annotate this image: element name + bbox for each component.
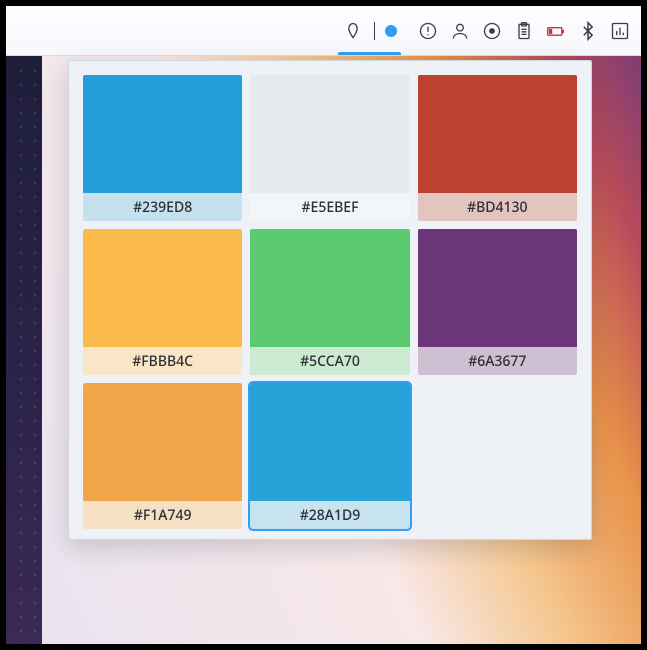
color-swatch[interactable]: #6A3677 (418, 229, 577, 375)
eyedropper-icon (342, 20, 364, 42)
swatch-label: #239ED8 (83, 193, 242, 221)
swatch-label: #BD4130 (418, 193, 577, 221)
color-swatch[interactable]: #28A1D9 (250, 383, 409, 529)
swatch-chip (83, 75, 242, 193)
color-swatch[interactable]: #E5EBEF (250, 75, 409, 221)
color-swatch[interactable]: #BD4130 (418, 75, 577, 221)
clipboard-icon[interactable] (513, 20, 535, 42)
current-color-dot (385, 25, 397, 37)
bluetooth-icon[interactable] (577, 20, 599, 42)
user-outline-icon[interactable] (449, 20, 471, 42)
color-swatch[interactable]: #F1A749 (83, 383, 242, 529)
alert-circle-icon[interactable] (417, 20, 439, 42)
color-swatch[interactable]: #5CCA70 (250, 229, 409, 375)
color-swatch[interactable]: #FBBB4C (83, 229, 242, 375)
eye-circle-icon[interactable] (481, 20, 503, 42)
system-top-panel (6, 6, 641, 56)
swatch-label: #FBBB4C (83, 347, 242, 375)
system-tray (413, 20, 635, 42)
swatch-chip (250, 75, 409, 193)
swatch-label: #E5EBEF (250, 193, 409, 221)
swatch-label: #6A3677 (418, 347, 577, 375)
dock-edge (6, 56, 42, 644)
panel-meter-icon[interactable] (609, 20, 631, 42)
swatch-grid: #239ED8 #E5EBEF #BD4130 #FBBB4C #5CCA70 #6A36… (83, 75, 577, 529)
swatch-chip (250, 383, 409, 501)
swatch-label: #F1A749 (83, 501, 242, 529)
battery-low-icon[interactable] (545, 20, 567, 42)
swatch-label: #5CCA70 (250, 347, 409, 375)
swatch-label: #28A1D9 (250, 501, 409, 529)
color-picker-tray-item[interactable] (334, 6, 405, 55)
swatch-chip (83, 383, 242, 501)
color-history-popup: #239ED8 #E5EBEF #BD4130 #FBBB4C #5CCA70 #6A36… (68, 60, 592, 540)
tray-divider (374, 22, 375, 40)
swatch-chip (250, 229, 409, 347)
swatch-chip (418, 229, 577, 347)
swatch-chip (418, 75, 577, 193)
swatch-chip (83, 229, 242, 347)
color-swatch[interactable]: #239ED8 (83, 75, 242, 221)
desktop: #239ED8 #E5EBEF #BD4130 #FBBB4C #5CCA70 #6A36… (6, 6, 641, 644)
